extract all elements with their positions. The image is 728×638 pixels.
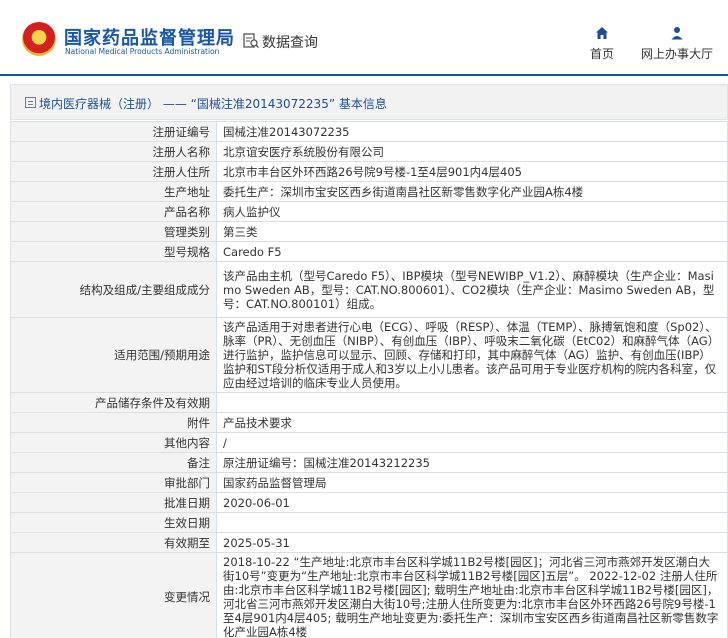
field-value-management-class: 第三类: [216, 221, 728, 242]
field-label-production-address: 生产地址: [10, 181, 217, 202]
site-header: 国家药品监督管理局 National Medical Products Admi…: [0, 0, 728, 76]
field-label-attachments: 附件: [10, 412, 217, 433]
data-query-link[interactable]: 数据查询: [262, 32, 318, 52]
nav-home-label[interactable]: 首页: [590, 47, 614, 61]
breadcrumb-title: 境内医疗器械（注册） —— “国械注准20143072235” 基本信息: [39, 97, 387, 111]
field-label-management-class: 管理类别: [10, 221, 217, 242]
row-model-spec: 型号规格 Caredo F5: [10, 241, 728, 262]
row-approval-date: 批准日期 2020-06-01: [10, 492, 728, 513]
field-label-product-name: 产品名称: [10, 201, 217, 222]
nav-online-hall[interactable]: 网上办事大厅: [638, 26, 716, 62]
row-intended-use: 适用范围/预期用途 该产品适用于对患者进行心电（ECG）、呼吸（RESP）、体温（…: [10, 317, 728, 393]
field-value-change-history: 2018-10-22 “生产地址:北京市丰台区科学城11B2号楼[园区]；河北省…: [216, 552, 728, 638]
row-structure-composition: 结构及组成/主要组成成分 该产品由主机（型号Caredo F5）、IBP模块（型号…: [10, 261, 728, 318]
field-value-attachments: 产品技术要求: [216, 412, 728, 433]
nav-home[interactable]: 首页: [588, 26, 616, 62]
field-value-expiry-date: 2025-05-31: [216, 532, 728, 553]
row-remarks: 备注 原注册证编号：国械注准20143212235: [10, 452, 728, 473]
field-label-registrant-address: 注册人住所: [10, 161, 217, 182]
data-query-icon[interactable]: [243, 33, 259, 49]
field-value-registrant-address: 北京市丰台区外环西路26号院9号楼-1至4层901内4层405: [216, 161, 728, 182]
field-label-storage-conditions: 产品储存条件及有效期: [10, 392, 217, 413]
field-value-other-content: /: [216, 432, 728, 453]
field-value-model-spec: Caredo F5: [216, 241, 728, 262]
field-label-registration-number: 注册证编号: [10, 121, 217, 142]
field-value-approval-department: 国家药品监督管理局: [216, 472, 728, 493]
field-label-expiry-date: 有效期至: [10, 532, 217, 553]
row-registrant-name: 注册人名称 北京谊安医疗系统股份有限公司: [10, 141, 728, 162]
field-value-remarks: 原注册证编号：国械注准20143212235: [216, 452, 728, 473]
national-emblem-icon: [22, 22, 56, 56]
row-approval-department: 审批部门 国家药品监督管理局: [10, 472, 728, 493]
field-value-storage-conditions: [216, 392, 728, 413]
field-label-remarks: 备注: [10, 452, 217, 473]
field-value-registration-number: 国械注准20143072235: [216, 121, 728, 142]
field-value-production-address: 委托生产：深圳市宝安区西乡街道南昌社区新零售数字化产业园A栋4楼: [216, 181, 728, 202]
field-value-effective-date: [216, 512, 728, 533]
document-icon: [25, 97, 36, 108]
row-effective-date: 生效日期: [10, 512, 728, 533]
row-attachments: 附件 产品技术要求: [10, 412, 728, 433]
row-management-class: 管理类别 第三类: [10, 221, 728, 242]
field-label-approval-department: 审批部门: [10, 472, 217, 493]
field-value-registrant-name: 北京谊安医疗系统股份有限公司: [216, 141, 728, 162]
field-value-structure-composition: 该产品由主机（型号Caredo F5）、IBP模块（型号NEWIBP_V1.2）…: [216, 261, 728, 318]
nav-online-hall-label[interactable]: 网上办事大厅: [641, 47, 713, 61]
row-registration-number: 注册证编号 国械注准20143072235: [10, 121, 728, 142]
row-storage-conditions: 产品储存条件及有效期: [10, 392, 728, 413]
row-change-history: 变更情况 2018-10-22 “生产地址:北京市丰台区科学城11B2号楼[园区]…: [10, 552, 728, 638]
field-value-product-name: 病人监护仪: [216, 201, 728, 222]
field-label-intended-use: 适用范围/预期用途: [10, 317, 217, 393]
user-icon: [671, 27, 683, 40]
row-expiry-date: 有效期至 2025-05-31: [10, 532, 728, 553]
row-registrant-address: 注册人住所 北京市丰台区外环西路26号院9号楼-1至4层901内4层405: [10, 161, 728, 182]
field-label-structure-composition: 结构及组成/主要组成成分: [10, 261, 217, 318]
field-label-model-spec: 型号规格: [10, 241, 217, 262]
field-value-intended-use: 该产品适用于对患者进行心电（ECG）、呼吸（RESP）、体温（TEMP）、脉搏氧…: [216, 317, 728, 393]
registration-detail-table: 注册证编号 国械注准20143072235 注册人名称 北京谊安医疗系统股份有限公司注…: [10, 121, 728, 638]
row-production-address: 生产地址 委托生产：深圳市宝安区西乡街道南昌社区新零售数字化产业园A栋4楼: [10, 181, 728, 202]
field-label-registrant-name: 注册人名称: [10, 141, 217, 162]
row-product-name: 产品名称 病人监护仪: [10, 201, 728, 222]
field-value-approval-date: 2020-06-01: [216, 492, 728, 513]
row-other-content: 其他内容 /: [10, 432, 728, 453]
field-label-change-history: 变更情况: [10, 552, 217, 638]
field-label-approval-date: 批准日期: [10, 492, 217, 513]
breadcrumb: 境内医疗器械（注册） —— “国械注准20143072235” 基本信息: [10, 84, 728, 120]
field-label-effective-date: 生效日期: [10, 512, 217, 533]
field-label-other-content: 其他内容: [10, 432, 217, 453]
home-icon: [596, 27, 608, 39]
site-logo-subtitle: National Medical Products Administration: [65, 47, 220, 56]
